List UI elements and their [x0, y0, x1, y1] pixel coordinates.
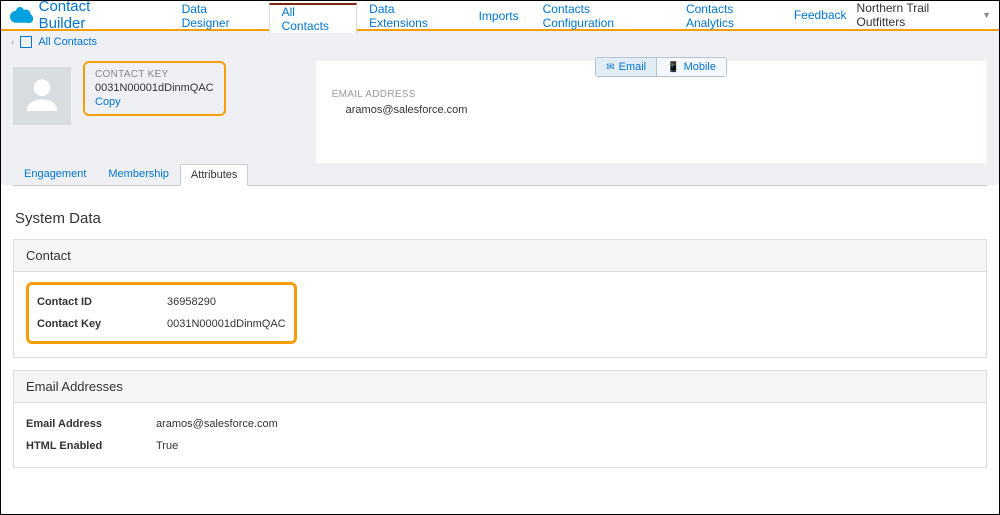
app-title: Contact Builder — [39, 0, 140, 32]
email-address-row-label: Email Address — [26, 413, 156, 435]
nav-tab-all-contacts[interactable]: All Contacts — [269, 3, 358, 33]
nav-tab-data-extensions[interactable]: Data Extensions — [357, 1, 466, 29]
contact-key-highlight-box: CONTACT KEY 0031N00001dDinmQAC Copy — [83, 61, 226, 116]
copy-contact-key-link[interactable]: Copy — [95, 96, 121, 108]
email-address-row-value: aramos@salesforce.com — [156, 413, 278, 435]
subtab-engagement[interactable]: Engagement — [13, 163, 97, 185]
email-addresses-card: Email Addresses Email Address aramos@sal… — [13, 370, 987, 468]
contact-id-label: Contact ID — [37, 291, 167, 313]
html-enabled-label: HTML Enabled — [26, 435, 156, 457]
list-icon — [20, 36, 32, 48]
channel-email-button[interactable]: ✉ Email — [596, 58, 656, 76]
email-address-label: EMAIL ADDRESS — [332, 89, 971, 100]
avatar — [13, 67, 71, 125]
subtab-attributes[interactable]: Attributes — [180, 164, 248, 186]
top-nav: Contact Builder Data Designer All Contac… — [1, 1, 999, 31]
nav-tab-contacts-configuration[interactable]: Contacts Configuration — [531, 1, 674, 29]
nav-tabs: Data Designer All Contacts Data Extensio… — [170, 1, 794, 29]
system-data-heading: System Data — [15, 210, 985, 227]
nav-tab-imports[interactable]: Imports — [467, 1, 531, 29]
contact-overview-panel: ‹ All Contacts CONTACT KEY 0031N00001dDi… — [1, 31, 999, 185]
email-address-value: aramos@salesforce.com — [346, 104, 971, 116]
sub-tabs: Engagement Membership Attributes — [1, 163, 999, 185]
mobile-icon: 📱 — [667, 62, 679, 73]
contact-card: Contact Contact ID 36958290 Contact Key … — [13, 239, 987, 358]
email-icon: ✉ — [606, 62, 614, 73]
breadcrumb: ‹ All Contacts — [1, 31, 999, 53]
channel-mobile-button[interactable]: 📱 Mobile — [656, 58, 726, 76]
contact-details-card: ✉ Email 📱 Mobile EMAIL ADDRESS aramos@sa… — [316, 61, 987, 163]
contact-key-row-value: 0031N00001dDinmQAC — [167, 313, 286, 335]
contact-fields-highlight-box: Contact ID 36958290 Contact Key 0031N000… — [26, 282, 297, 344]
attributes-content: System Data Contact Contact ID 36958290 … — [1, 186, 999, 490]
contact-key-row-label: Contact Key — [37, 313, 167, 335]
salesforce-cloud-icon — [9, 5, 33, 25]
contact-key-value: 0031N00001dDinmQAC — [95, 82, 214, 94]
channel-email-label: Email — [619, 61, 647, 73]
email-addresses-card-title: Email Addresses — [14, 371, 986, 403]
account-menu[interactable]: Northern Trail Outfitters ▼ — [857, 1, 991, 29]
contact-key-label: CONTACT KEY — [95, 69, 214, 80]
contact-id-value: 36958290 — [167, 291, 286, 313]
nav-tab-data-designer[interactable]: Data Designer — [170, 1, 269, 29]
breadcrumb-back-icon[interactable]: ‹ — [11, 37, 14, 48]
channel-mobile-label: Mobile — [684, 61, 716, 73]
channel-button-group: ✉ Email 📱 Mobile — [595, 57, 727, 77]
contact-card-title: Contact — [14, 240, 986, 272]
chevron-down-icon: ▼ — [982, 10, 991, 20]
account-label: Northern Trail Outfitters — [857, 1, 979, 29]
breadcrumb-label[interactable]: All Contacts — [38, 36, 97, 48]
feedback-link[interactable]: Feedback — [794, 8, 847, 22]
html-enabled-value: True — [156, 435, 278, 457]
nav-tab-contacts-analytics[interactable]: Contacts Analytics — [674, 1, 794, 29]
subtab-membership[interactable]: Membership — [97, 163, 180, 185]
